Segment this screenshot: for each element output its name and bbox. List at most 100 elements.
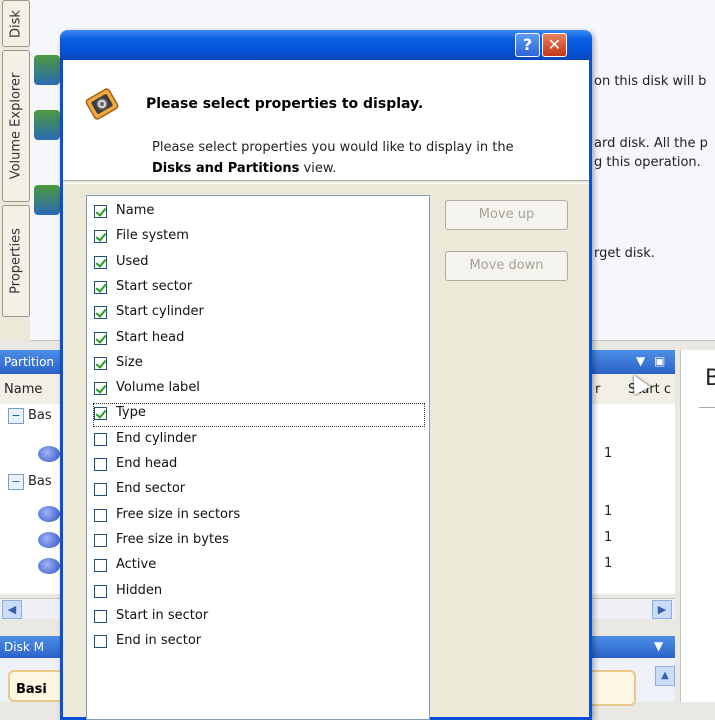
property-checkbox[interactable]: [94, 280, 107, 294]
partitions-panel-title: Partition: [4, 355, 55, 369]
tab-disk[interactable]: Disk: [2, 0, 30, 47]
disk-map-title: Disk M: [4, 640, 44, 654]
details-panel: B: [680, 350, 715, 702]
property-label: Free size in sectors: [116, 506, 241, 522]
description-text: Please select properties you would like …: [152, 140, 514, 155]
property-checkbox[interactable]: [94, 407, 107, 421]
info-text: ard disk. All the p: [594, 136, 708, 151]
properties-list[interactable]: Name File system Used Start sector Start cyl…: [86, 195, 430, 720]
property-item[interactable]: Volume label: [94, 379, 424, 401]
description-suffix: view.: [303, 161, 337, 176]
property-label: End sector: [116, 481, 186, 497]
property-checkbox[interactable]: [94, 533, 107, 547]
property-item[interactable]: Start sector: [94, 278, 424, 300]
column-name[interactable]: Name: [4, 382, 42, 397]
property-checkbox[interactable]: [94, 255, 107, 269]
property-label: Free size in bytes: [116, 531, 229, 547]
property-label: File system: [116, 228, 189, 244]
property-item[interactable]: Hidden: [94, 582, 424, 604]
property-item[interactable]: File system: [94, 227, 424, 249]
dropdown-icon[interactable]: ▼: [636, 354, 645, 368]
scroll-right-icon[interactable]: ▶: [652, 600, 672, 619]
dialog-titlebar[interactable]: ? ✕: [60, 30, 592, 60]
maximize-icon[interactable]: ▣: [654, 354, 665, 368]
info-text: on this disk will b: [594, 74, 707, 89]
property-label: Start cylinder: [116, 304, 204, 320]
help-button[interactable]: ?: [515, 33, 540, 57]
dialog-description: Please select properties you would like …: [152, 137, 582, 179]
property-label: Hidden: [116, 582, 163, 598]
scroll-up-icon[interactable]: ▲: [655, 666, 675, 686]
property-checkbox[interactable]: [94, 306, 107, 320]
scroll-left-icon[interactable]: ◀: [2, 600, 22, 619]
dialog-title: Please select properties to display.: [146, 96, 424, 112]
property-label: End in sector: [116, 633, 202, 649]
property-label: Type: [116, 405, 146, 421]
operation-icon: [34, 110, 60, 140]
property-item[interactable]: Active: [94, 556, 424, 578]
property-item[interactable]: Start head: [94, 329, 424, 351]
select-properties-dialog: ? ✕ Please select properties to display.…: [60, 30, 592, 720]
property-item[interactable]: Name: [94, 202, 424, 224]
tab-volume-explorer[interactable]: Volume Explorer: [2, 50, 30, 202]
property-checkbox[interactable]: [94, 356, 107, 370]
table-cell: 1: [604, 556, 613, 571]
operation-icon: [34, 55, 60, 85]
property-checkbox[interactable]: [94, 230, 107, 244]
property-checkbox[interactable]: [94, 432, 107, 446]
property-item[interactable]: End in sector: [94, 632, 424, 654]
property-item[interactable]: Start in sector: [94, 607, 424, 629]
tab-properties[interactable]: Properties: [2, 205, 30, 317]
property-label: End cylinder: [116, 430, 197, 446]
partition-icon: [38, 446, 60, 462]
table-cell: 1: [604, 446, 613, 461]
property-checkbox[interactable]: [94, 559, 107, 573]
property-item[interactable]: Start cylinder: [94, 303, 424, 325]
property-label: Size: [116, 354, 143, 370]
column-sector[interactable]: r: [595, 382, 600, 397]
property-item[interactable]: Free size in sectors: [94, 506, 424, 528]
property-item[interactable]: Type: [93, 403, 425, 428]
partition-icon: [38, 558, 60, 574]
close-button[interactable]: ✕: [542, 33, 567, 57]
description-bold: Disks and Partitions: [152, 161, 300, 176]
property-checkbox[interactable]: [94, 609, 107, 623]
move-down-button[interactable]: Move down: [445, 251, 568, 281]
header-divider: [63, 180, 589, 184]
property-checkbox[interactable]: [94, 382, 107, 396]
property-item[interactable]: Free size in bytes: [94, 531, 424, 553]
table-row[interactable]: Bas: [28, 474, 52, 489]
divider: [699, 407, 715, 408]
property-label: Start in sector: [116, 607, 209, 623]
property-item[interactable]: End head: [94, 455, 424, 477]
partition-icon: [38, 532, 60, 548]
basic-disk-block[interactable]: Basi: [8, 670, 68, 702]
property-label: Active: [116, 557, 157, 573]
details-heading: B: [705, 366, 715, 391]
property-checkbox[interactable]: [94, 483, 107, 497]
property-label: End head: [116, 456, 178, 471]
partition-icon: [38, 506, 60, 522]
dropdown-icon[interactable]: ▼: [654, 639, 663, 653]
collapse-icon[interactable]: −: [8, 474, 24, 490]
property-label: Start sector: [116, 278, 193, 294]
property-item[interactable]: Size: [94, 354, 424, 376]
property-item[interactable]: Used: [94, 253, 424, 275]
property-item[interactable]: End cylinder: [94, 430, 424, 452]
settings-properties-icon: [85, 88, 119, 120]
property-checkbox[interactable]: [94, 635, 107, 649]
property-checkbox[interactable]: [94, 584, 107, 598]
property-checkbox[interactable]: [94, 331, 107, 345]
move-up-button[interactable]: Move up: [445, 200, 568, 230]
dialog-header: Please select properties to display. Ple…: [63, 60, 589, 180]
property-checkbox[interactable]: [94, 458, 107, 471]
collapse-icon[interactable]: −: [8, 408, 24, 424]
property-label: Used: [116, 253, 149, 269]
table-row[interactable]: Bas: [28, 408, 52, 423]
table-cell: 1: [604, 530, 613, 545]
property-checkbox[interactable]: [94, 205, 107, 218]
property-item[interactable]: End sector: [94, 480, 424, 502]
side-tab-strip: Disk Volume Explorer Properties: [0, 0, 31, 340]
property-checkbox[interactable]: [94, 508, 107, 522]
property-label: Name: [116, 203, 155, 218]
